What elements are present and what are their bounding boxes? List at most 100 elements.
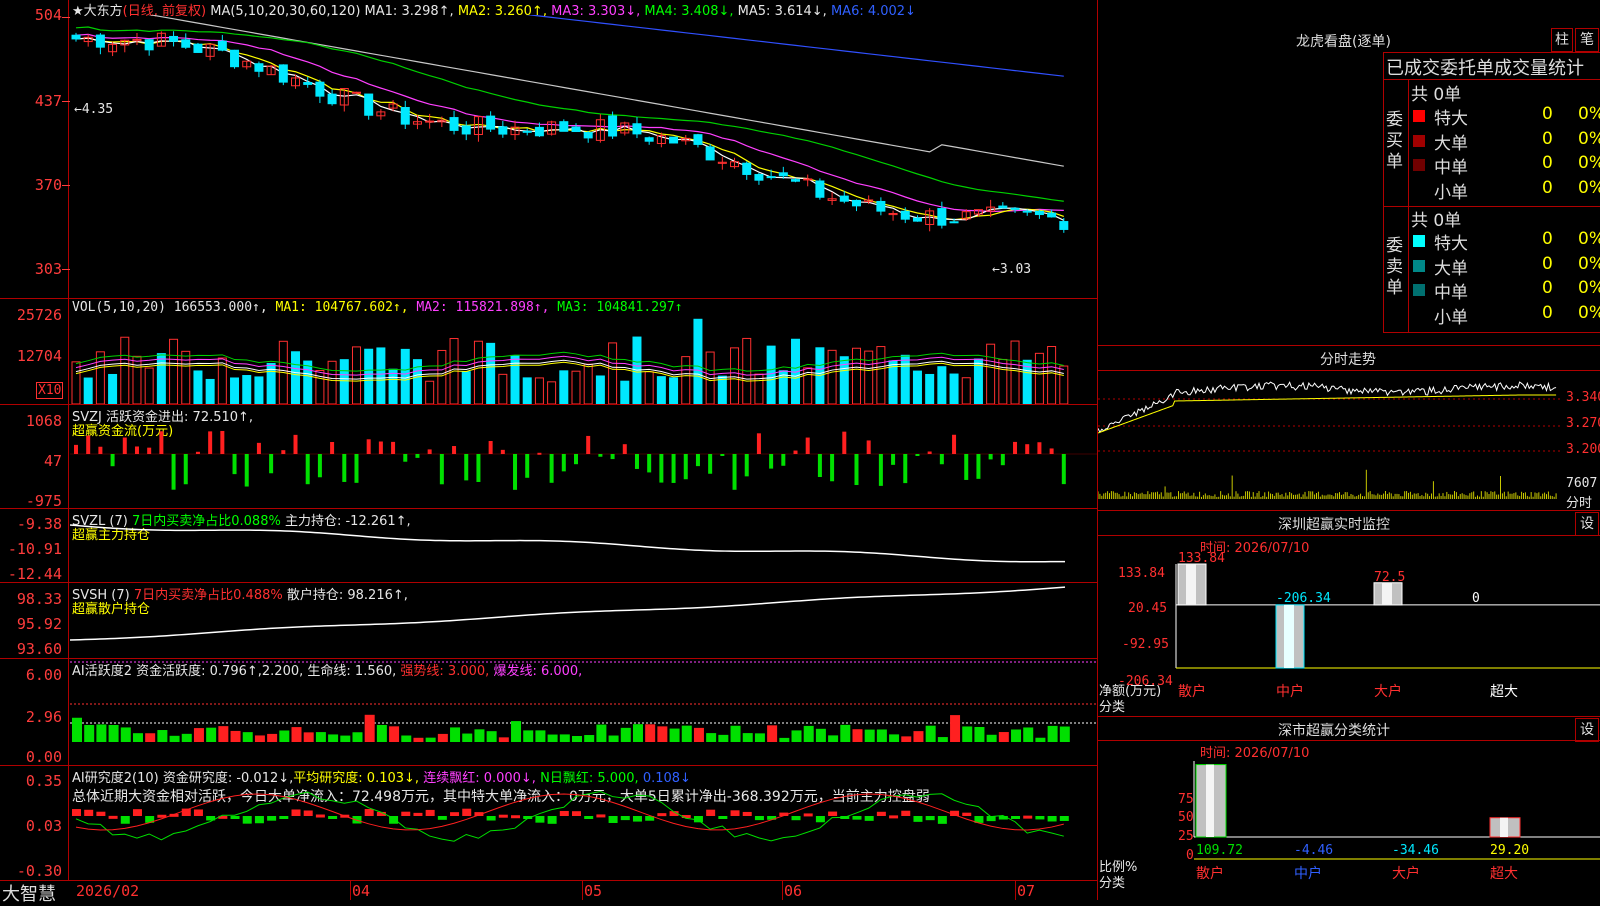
research-bar	[608, 816, 618, 823]
flow-bar	[220, 430, 225, 454]
volume-bar	[1047, 346, 1057, 404]
ai-active-axis-label: 0.00	[25, 748, 62, 766]
active-bar	[608, 735, 619, 742]
sell-row-count: 0	[1542, 278, 1553, 298]
volume-bar	[937, 366, 947, 404]
stats-settings-button[interactable]: 设	[1575, 718, 1599, 742]
flow-bar	[695, 454, 700, 467]
active-bar	[145, 733, 156, 742]
research-bar	[596, 814, 606, 818]
volume-bar	[83, 377, 93, 404]
svzj-chart	[70, 430, 1097, 490]
candle-body	[1022, 210, 1032, 213]
active-bar	[974, 726, 985, 742]
active-bar	[486, 731, 497, 742]
volume-bar	[620, 380, 630, 404]
vol-axis-label: 25726	[16, 306, 62, 324]
candle-body	[217, 40, 227, 51]
research-bar	[547, 816, 557, 824]
flow-bar	[281, 450, 286, 454]
candle-body	[522, 130, 532, 133]
active-bar	[535, 730, 546, 742]
axis-divider	[68, 0, 69, 880]
research-bar	[328, 816, 338, 819]
flow-bar	[842, 431, 847, 454]
volume-bar	[693, 318, 703, 404]
volume-bar	[181, 350, 191, 404]
ai-research-axis-label: -0.30	[16, 862, 62, 880]
volume-bar	[254, 376, 264, 404]
active-bar	[108, 724, 119, 742]
active-bar	[413, 737, 424, 742]
active-bar	[303, 732, 314, 742]
active-bar	[584, 735, 595, 742]
tab-bar[interactable]: 柱	[1551, 28, 1573, 52]
flow-bar	[513, 454, 518, 490]
flow-bar	[647, 454, 652, 473]
volume-bar	[291, 351, 301, 404]
research-bar	[584, 816, 594, 819]
svsh-axis-label: 98.33	[16, 590, 62, 608]
flow-bar	[756, 433, 761, 454]
svsh-chart	[70, 586, 1066, 641]
sell-row-pct: 0%	[1578, 278, 1600, 298]
research-bar	[120, 816, 130, 824]
flow-bar	[659, 454, 664, 483]
low-price-mark: ←3.03	[992, 262, 1032, 277]
flow-bar	[525, 454, 530, 478]
volume-bar	[717, 375, 727, 404]
buy-row-label: 特大	[1434, 109, 1468, 129]
flow-bar	[598, 454, 603, 457]
active-bar	[815, 728, 826, 742]
stats-value-label: -4.46	[1294, 843, 1333, 858]
active-bar	[913, 731, 924, 742]
vol-ma-line	[75, 351, 1064, 372]
pane-divider	[0, 508, 1097, 509]
buy-row-count: 0	[1542, 128, 1553, 149]
candle-body	[851, 199, 861, 207]
active-bar	[389, 726, 400, 742]
research-bar	[828, 811, 838, 816]
candle-body	[254, 63, 264, 72]
volume-bar	[730, 347, 740, 404]
research-bar	[230, 816, 240, 819]
volume-bar	[656, 376, 666, 404]
candle-body	[95, 34, 105, 48]
research-bar	[84, 809, 94, 816]
stats-value-label: 109.72	[1196, 843, 1243, 858]
flow-bar	[366, 439, 371, 454]
intraday-axis-label: 3.340	[1566, 390, 1600, 405]
volume-bar	[95, 351, 105, 404]
monitor-value-label: -206.34	[1276, 591, 1331, 606]
flow-bar	[1061, 454, 1066, 485]
monitor-value-label: 133.84	[1178, 551, 1225, 566]
flow-bar	[122, 437, 127, 454]
flow-bar	[927, 451, 932, 454]
active-bar	[425, 737, 436, 742]
active-bar	[72, 717, 82, 742]
volume-bar	[571, 370, 581, 404]
monitor-bar-highlight	[1284, 604, 1294, 668]
active-bar	[1035, 737, 1046, 742]
active-bar	[596, 724, 607, 742]
sell-row-count: 0	[1542, 253, 1553, 274]
research-bar	[1011, 816, 1021, 819]
candle-body	[1059, 221, 1069, 230]
intraday-avg-line	[1098, 394, 1557, 434]
research-bar	[815, 816, 825, 823]
sell-row-pct: 0%	[1578, 253, 1600, 274]
ma-line	[75, 26, 1064, 202]
buy-row-label: 中单	[1434, 158, 1468, 178]
flow-bar	[256, 442, 261, 454]
price-axis-label: 303	[34, 260, 62, 278]
active-bar	[218, 726, 229, 742]
monitor-settings-button[interactable]: 设	[1575, 512, 1599, 536]
buy-row-count: 0	[1542, 153, 1553, 173]
tab-stroke[interactable]: 笔	[1575, 28, 1599, 52]
candle-body	[327, 93, 337, 105]
flow-bar	[574, 454, 578, 465]
research-bar	[267, 816, 277, 821]
research-bar	[889, 815, 899, 819]
research-bar	[486, 816, 496, 821]
research-bar	[901, 810, 911, 816]
